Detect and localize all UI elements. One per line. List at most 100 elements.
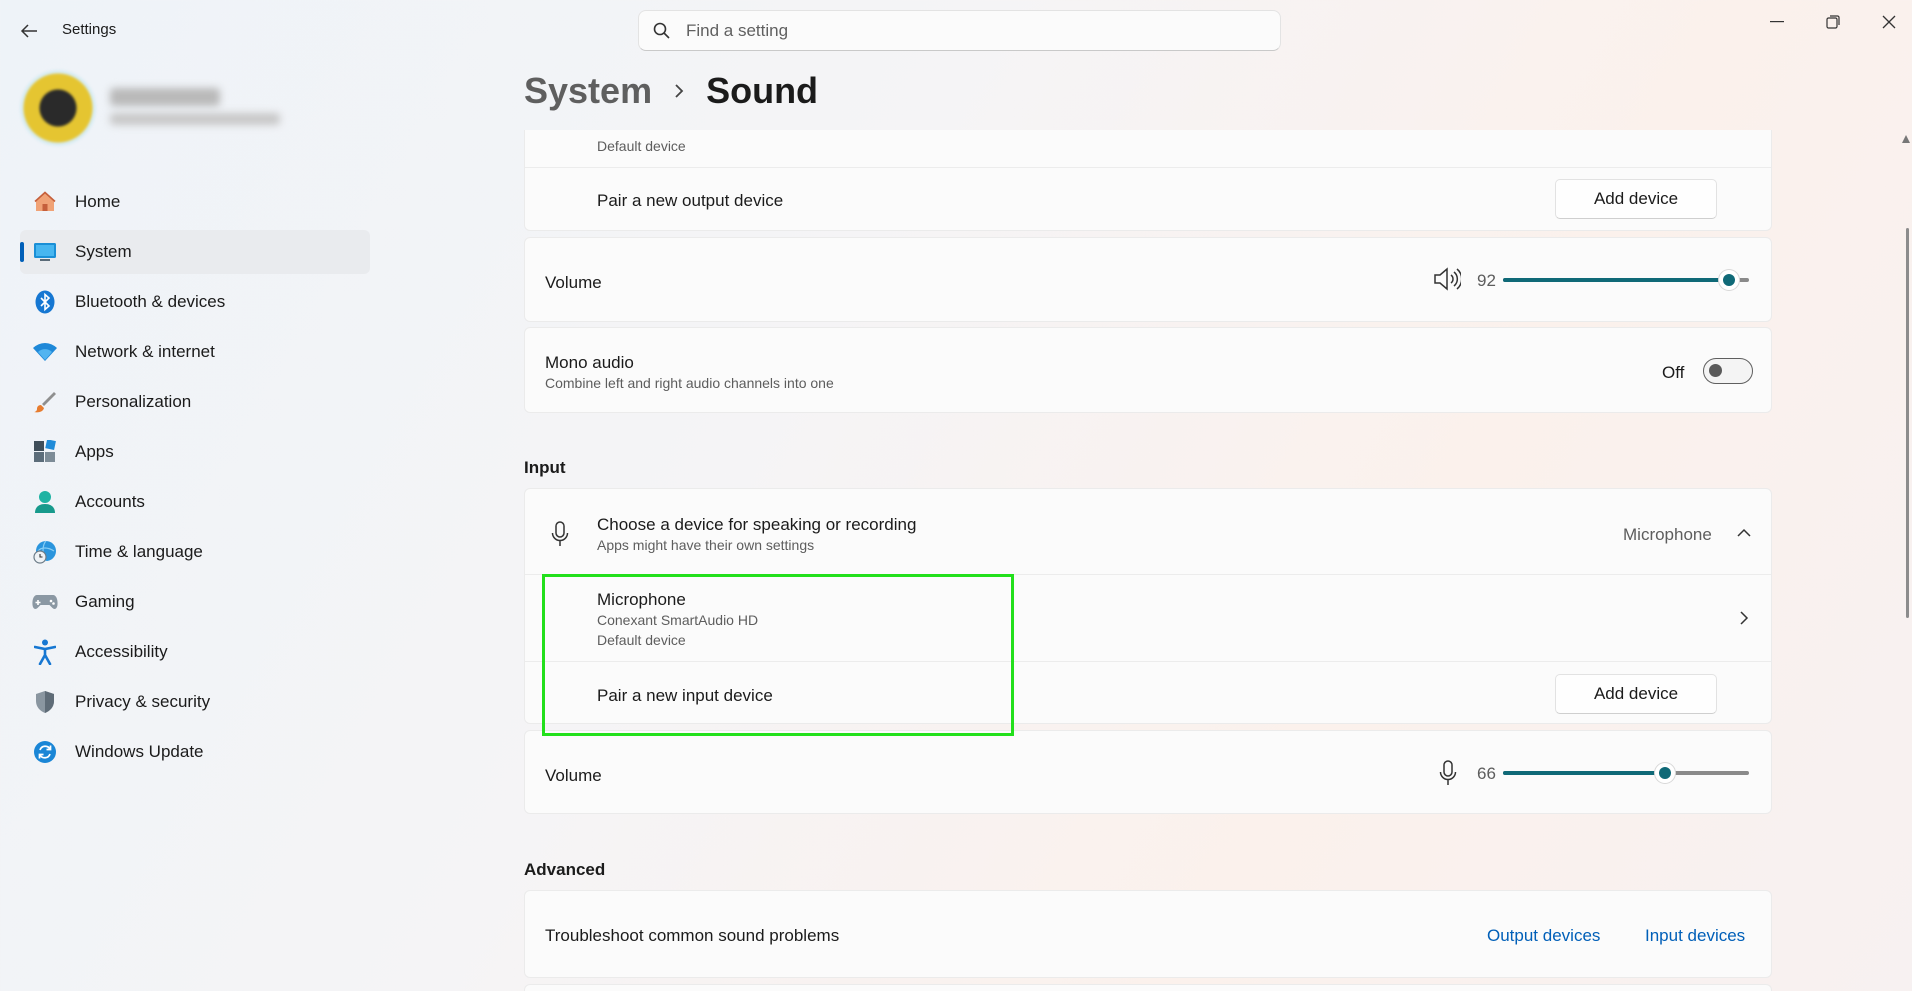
- sidebar-item-label: Time & language: [75, 542, 203, 561]
- sidebar-item-accessibility[interactable]: Accessibility: [20, 630, 370, 674]
- input-volume-value: 66: [1477, 764, 1496, 783]
- add-output-device-button[interactable]: Add device: [1555, 179, 1717, 219]
- slider-fill: [1503, 278, 1730, 282]
- sidebar-item-label: Bluetooth & devices: [75, 292, 226, 311]
- input-device-status: Default device: [597, 632, 686, 648]
- pair-input-label: Pair a new input device: [597, 686, 773, 705]
- input-volume-label: Volume: [545, 766, 602, 785]
- slider-thumb[interactable]: [1719, 270, 1740, 290]
- input-section-title: Input: [524, 458, 566, 477]
- pair-input-row: Pair a new input device Add device: [525, 661, 1771, 725]
- chevron-up-icon[interactable]: [1736, 525, 1752, 543]
- sidebar-item-bluetooth[interactable]: Bluetooth & devices: [20, 280, 370, 324]
- minimize-icon: [1770, 21, 1784, 23]
- brush-icon: [32, 389, 58, 415]
- restore-icon: [1826, 15, 1840, 29]
- input-devices-link[interactable]: Input devices: [1645, 926, 1745, 946]
- microphone-icon[interactable]: [1439, 760, 1457, 791]
- sidebar-item-label: Accounts: [75, 492, 145, 511]
- profile-email-blurred: [110, 113, 280, 125]
- sidebar-item-label: Home: [75, 192, 121, 211]
- sidebar-item-apps[interactable]: Apps: [20, 430, 370, 474]
- search-box[interactable]: [638, 10, 1281, 51]
- selected-input-device: Microphone: [1623, 525, 1712, 544]
- input-device-name: Microphone: [597, 590, 686, 609]
- breadcrumb: System Sound: [524, 70, 818, 112]
- sidebar-item-label: Accessibility: [75, 642, 168, 661]
- slider-thumb[interactable]: [1655, 763, 1676, 783]
- sidebar-item-privacy[interactable]: Privacy & security: [20, 680, 370, 724]
- microphone-device-row[interactable]: Microphone Conexant SmartAudio HD Defaul…: [525, 574, 1771, 661]
- scrollbar-thumb[interactable]: [1906, 228, 1909, 618]
- sidebar-item-personalization[interactable]: Personalization: [20, 380, 370, 424]
- close-icon: [1882, 15, 1896, 29]
- sidebar-item-time-language[interactable]: Time & language: [20, 530, 370, 574]
- mono-audio-toggle[interactable]: [1703, 358, 1753, 384]
- microphone-icon: [551, 521, 569, 552]
- sidebar-item-system[interactable]: System: [20, 230, 370, 274]
- sidebar-item-accounts[interactable]: Accounts: [20, 480, 370, 524]
- back-button[interactable]: [14, 16, 44, 46]
- chevron-right-icon: [674, 83, 684, 99]
- profile-name-blurred: [110, 88, 220, 106]
- back-arrow-icon: [20, 24, 37, 38]
- person-icon: [32, 489, 58, 515]
- sidebar-item-label: Network & internet: [75, 342, 215, 361]
- sidebar-item-label: Windows Update: [75, 742, 204, 761]
- sidebar-item-label: Personalization: [75, 392, 192, 411]
- pair-output-label: Pair a new output device: [597, 191, 784, 210]
- choose-input-title: Choose a device for speaking or recordin…: [597, 515, 917, 534]
- system-icon: [32, 239, 58, 265]
- app-title: Settings: [62, 21, 117, 38]
- troubleshoot-card: Troubleshoot common sound problems Outpu…: [524, 890, 1772, 978]
- output-volume-slider[interactable]: [1503, 270, 1749, 290]
- troubleshoot-title: Troubleshoot common sound problems: [545, 926, 840, 945]
- input-volume-card: Volume 66: [524, 730, 1772, 814]
- globe-clock-icon: [32, 539, 58, 565]
- chevron-right-icon: [1739, 610, 1749, 631]
- next-card-partial: [524, 984, 1772, 991]
- mono-audio-description: Combine left and right audio channels in…: [545, 375, 834, 391]
- mono-audio-card: Mono audio Combine left and right audio …: [524, 327, 1772, 413]
- sidebar-item-windows-update[interactable]: Windows Update: [20, 730, 370, 774]
- output-devices-link[interactable]: Output devices: [1487, 926, 1600, 946]
- sidebar-item-label: Gaming: [75, 592, 135, 611]
- input-volume-slider[interactable]: [1503, 763, 1749, 783]
- output-device-card: Default device Pair a new output device …: [524, 130, 1772, 231]
- sidebar-item-home[interactable]: Home: [20, 180, 370, 224]
- output-volume-value: 92: [1477, 271, 1496, 290]
- restore-button[interactable]: [1810, 6, 1856, 38]
- gamepad-icon: [32, 589, 58, 615]
- mono-audio-state: Off: [1662, 363, 1685, 382]
- slider-fill: [1503, 771, 1666, 775]
- choose-input-row[interactable]: Choose a device for speaking or recordin…: [525, 489, 1771, 574]
- minimize-button[interactable]: [1754, 6, 1800, 38]
- accessibility-icon: [32, 639, 58, 665]
- wifi-icon: [32, 339, 58, 365]
- choose-input-description: Apps might have their own settings: [597, 537, 815, 553]
- input-device-card: Choose a device for speaking or recordin…: [524, 488, 1772, 724]
- input-device-driver: Conexant SmartAudio HD: [597, 612, 759, 628]
- output-volume-card: Volume 92: [524, 237, 1772, 322]
- search-icon: [653, 22, 670, 39]
- bluetooth-icon: [32, 289, 58, 315]
- close-button[interactable]: [1866, 6, 1912, 38]
- breadcrumb-parent[interactable]: System: [524, 70, 652, 112]
- sidebar-item-network[interactable]: Network & internet: [20, 330, 370, 374]
- sidebar-item-label: Apps: [75, 442, 114, 461]
- output-volume-label: Volume: [545, 273, 602, 292]
- scroll-up-arrow-icon[interactable]: [1902, 134, 1910, 144]
- home-icon: [32, 189, 58, 215]
- page-title: Sound: [706, 70, 819, 111]
- sidebar-item-label: Privacy & security: [75, 692, 211, 711]
- sidebar-item-gaming[interactable]: Gaming: [20, 580, 370, 624]
- add-input-device-button[interactable]: Add device: [1555, 674, 1717, 714]
- toggle-knob: [1709, 364, 1722, 377]
- speaker-icon[interactable]: [1433, 267, 1463, 296]
- avatar[interactable]: [20, 70, 96, 146]
- title-bar: Settings: [0, 0, 1912, 60]
- mono-audio-title: Mono audio: [545, 353, 634, 372]
- search-input[interactable]: [686, 20, 1246, 41]
- shield-icon: [32, 689, 58, 715]
- sidebar-item-label: System: [75, 242, 132, 261]
